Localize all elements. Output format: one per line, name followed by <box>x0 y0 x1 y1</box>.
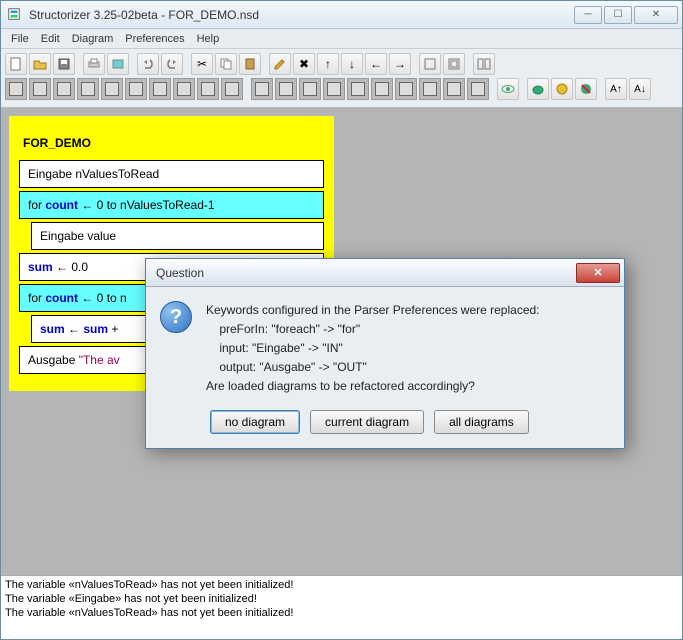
view3-icon[interactable] <box>473 53 495 75</box>
struct-for-after-icon[interactable] <box>323 78 345 100</box>
struct-jump-before-icon[interactable] <box>197 78 219 100</box>
menu-file[interactable]: File <box>5 31 35 47</box>
struct-para-before-icon[interactable] <box>221 78 243 100</box>
status-area: The variable «nValuesToRead» has not yet… <box>1 575 682 639</box>
delete-icon[interactable]: ✖ <box>293 53 315 75</box>
maximize-button[interactable]: ☐ <box>604 6 632 24</box>
menu-diagram[interactable]: Diagram <box>66 31 120 47</box>
dialog-message: Keywords configured in the Parser Prefer… <box>206 301 540 396</box>
window-title: Structorizer 3.25-02beta - FOR_DEMO.nsd <box>29 8 574 22</box>
menu-preferences[interactable]: Preferences <box>119 31 190 47</box>
moveleft-icon[interactable]: ← <box>365 53 387 75</box>
struct-repeat-before-icon[interactable] <box>125 78 147 100</box>
dialog-titlebar: Question ✕ <box>146 259 624 287</box>
toolbars: ✂ ✖ ↑ ↓ ← → <box>1 49 682 108</box>
diagram-title: FOR_DEMO <box>19 130 324 160</box>
export-icon[interactable] <box>107 53 129 75</box>
struct-jump-after-icon[interactable] <box>443 78 465 100</box>
status-msg2: The variable «Eingabe» has not yet been … <box>5 592 678 606</box>
view2-icon[interactable] <box>443 53 465 75</box>
fontup-icon[interactable]: A↑ <box>605 78 627 100</box>
struct-case-after-icon[interactable] <box>299 78 321 100</box>
menu-help[interactable]: Help <box>191 31 226 47</box>
diag-input1[interactable]: Eingabe nValuesToRead <box>19 160 324 188</box>
diag-inner1[interactable]: Eingabe value <box>31 222 324 250</box>
edit-icon[interactable] <box>269 53 291 75</box>
save-icon[interactable] <box>53 53 75 75</box>
new-icon[interactable] <box>5 53 27 75</box>
struct-case-before-icon[interactable] <box>53 78 75 100</box>
struct-while-after-icon[interactable] <box>347 78 369 100</box>
turtle-icon[interactable] <box>527 78 549 100</box>
no-diagram-button[interactable]: no diagram <box>210 410 300 434</box>
struct-for-before-icon[interactable] <box>77 78 99 100</box>
moveright-icon[interactable]: → <box>389 53 411 75</box>
struct-call-before-icon[interactable] <box>173 78 195 100</box>
dialog-close-button[interactable]: ✕ <box>576 263 620 283</box>
eye-icon[interactable] <box>497 78 519 100</box>
print-icon[interactable] <box>83 53 105 75</box>
stop-icon[interactable] <box>575 78 597 100</box>
struct-forever-after-icon[interactable] <box>395 78 417 100</box>
current-diagram-button[interactable]: current diagram <box>310 410 424 434</box>
close-button[interactable]: ✕ <box>634 6 678 24</box>
movedown-icon[interactable]: ↓ <box>341 53 363 75</box>
diag-for1[interactable]: for count ← 0 to nValuesToRead-1 <box>19 191 324 219</box>
struct-if-after-icon[interactable] <box>275 78 297 100</box>
open-icon[interactable] <box>29 53 51 75</box>
moveup-icon[interactable]: ↑ <box>317 53 339 75</box>
status-msg1: The variable «nValuesToRead» has not yet… <box>5 578 678 592</box>
redo-icon[interactable] <box>161 53 183 75</box>
struct-if-before-icon[interactable] <box>29 78 51 100</box>
dialog-title: Question <box>156 266 204 280</box>
run-icon[interactable] <box>551 78 573 100</box>
struct-para-after-icon[interactable] <box>467 78 489 100</box>
fontdown-icon[interactable]: A↓ <box>629 78 651 100</box>
status-msg3: The variable «nValuesToRead» has not yet… <box>5 606 678 620</box>
app-icon <box>7 7 23 23</box>
undo-icon[interactable] <box>137 53 159 75</box>
copy-icon[interactable] <box>215 53 237 75</box>
struct-forever-before-icon[interactable] <box>149 78 171 100</box>
question-icon: ? <box>160 301 192 333</box>
menubar: File Edit Diagram Preferences Help <box>1 29 682 49</box>
minimize-button[interactable]: ─ <box>574 6 602 24</box>
struct-call-after-icon[interactable] <box>419 78 441 100</box>
question-dialog: Question ✕ ? Keywords configured in the … <box>145 258 625 449</box>
struct-instr-after-icon[interactable] <box>251 78 273 100</box>
struct-while-before-icon[interactable] <box>101 78 123 100</box>
titlebar: Structorizer 3.25-02beta - FOR_DEMO.nsd … <box>1 1 682 29</box>
cut-icon[interactable]: ✂ <box>191 53 213 75</box>
view1-icon[interactable] <box>419 53 441 75</box>
struct-repeat-after-icon[interactable] <box>371 78 393 100</box>
all-diagrams-button[interactable]: all diagrams <box>434 410 529 434</box>
struct-instr-before-icon[interactable] <box>5 78 27 100</box>
menu-edit[interactable]: Edit <box>35 31 66 47</box>
window-controls: ─ ☐ ✕ <box>574 6 678 24</box>
paste-icon[interactable] <box>239 53 261 75</box>
